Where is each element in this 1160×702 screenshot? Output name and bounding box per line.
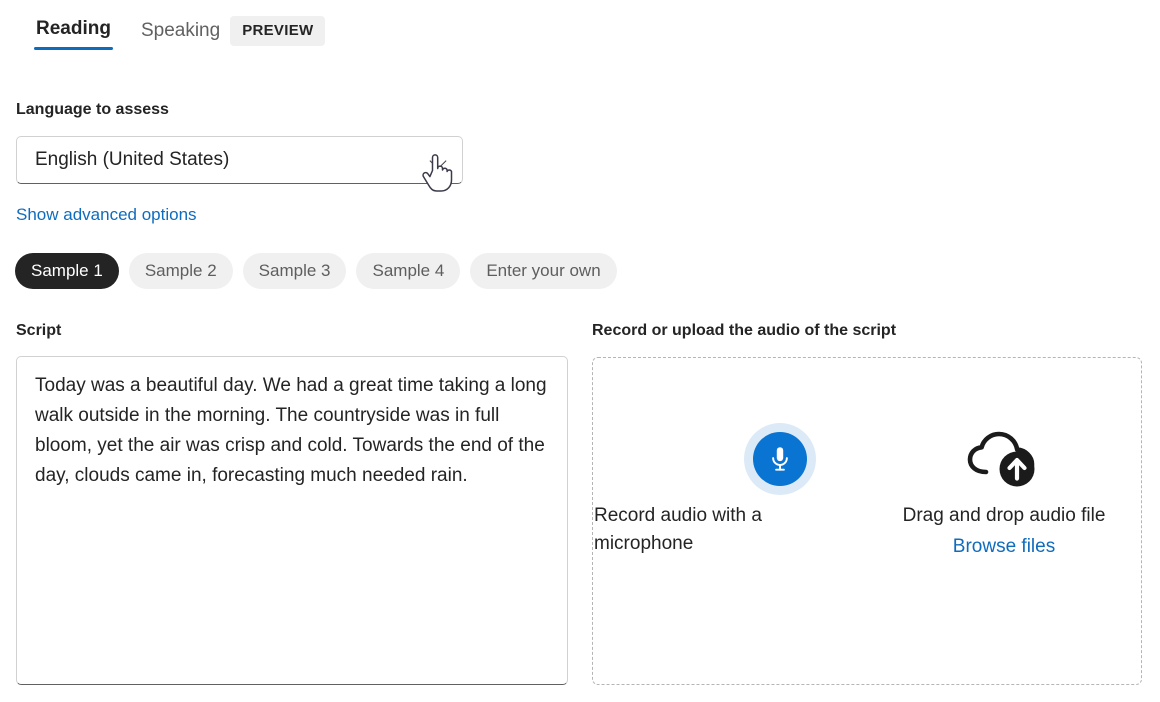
sample-pill-2[interactable]: Sample 2 <box>129 253 233 289</box>
audio-dropzone[interactable]: Record audio with a microphone Drag and … <box>592 357 1142 685</box>
chevron-down-icon <box>430 151 448 169</box>
preview-badge: PREVIEW <box>230 16 325 46</box>
sample-pill-1[interactable]: Sample 1 <box>15 253 119 289</box>
record-icon-slot <box>593 416 867 502</box>
cloud-upload-icon <box>964 428 1044 490</box>
language-dropdown[interactable]: English (United States) <box>16 136 463 184</box>
microphone-icon[interactable] <box>753 432 807 486</box>
tab-reading[interactable]: Reading <box>16 10 131 56</box>
sample-pill-4[interactable]: Sample 4 <box>356 253 460 289</box>
record-audio-option[interactable]: Record audio with a microphone <box>593 358 867 684</box>
sample-pill-3[interactable]: Sample 3 <box>243 253 347 289</box>
tab-speaking[interactable]: Speaking PREVIEW <box>131 10 336 60</box>
browse-files-link[interactable]: Browse files <box>953 532 1055 562</box>
language-dropdown-value: English (United States) <box>35 148 430 172</box>
script-textarea[interactable]: Today was a beautiful day. We had a grea… <box>16 356 568 685</box>
sample-pill-enter-your-own[interactable]: Enter your own <box>470 253 616 289</box>
tab-reading-label: Reading <box>36 18 111 39</box>
script-label: Script <box>16 320 61 342</box>
upload-audio-caption: Drag and drop audio file <box>903 502 1106 530</box>
upload-audio-option[interactable]: Drag and drop audio file Browse files <box>867 358 1141 684</box>
audio-panel-label: Record or upload the audio of the script <box>592 320 896 342</box>
tabbar: Reading Speaking PREVIEW <box>16 10 335 60</box>
sample-pill-group: Sample 1 Sample 2 Sample 3 Sample 4 Ente… <box>15 253 617 289</box>
tab-speaking-label: Speaking <box>141 18 220 44</box>
script-text: Today was a beautiful day. We had a grea… <box>35 371 549 491</box>
show-advanced-options-link[interactable]: Show advanced options <box>16 204 197 226</box>
page-root: Reading Speaking PREVIEW Language to ass… <box>0 0 1160 702</box>
microphone-icon-halo <box>744 423 816 495</box>
tab-active-underline <box>34 47 113 50</box>
record-audio-caption: Record audio with a microphone <box>593 502 783 558</box>
language-label: Language to assess <box>16 99 169 121</box>
upload-icon-slot <box>867 416 1141 502</box>
